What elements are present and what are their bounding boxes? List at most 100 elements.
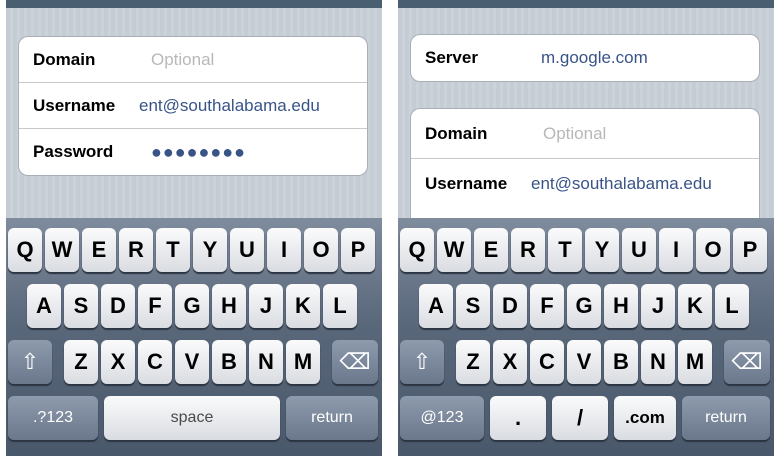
key-k[interactable]: K (678, 284, 712, 328)
key-c[interactable]: C (530, 340, 564, 384)
keyboard-row-4: .?123 space return (6, 396, 382, 442)
username-label: Username (425, 174, 508, 193)
key-a[interactable]: A (419, 284, 453, 328)
domain-label: Domain (33, 50, 96, 69)
key-v[interactable]: V (175, 340, 209, 384)
top-shadow (398, 0, 774, 8)
key-s[interactable]: S (456, 284, 490, 328)
keyboard-row-2: A S D F G H J K L (398, 284, 774, 330)
key-e[interactable]: E (82, 228, 116, 272)
return-key[interactable]: return (286, 396, 378, 440)
keyboard-row-4: @123 . / .com return (398, 396, 774, 442)
password-row[interactable]: Password ●●●●●●●● (19, 129, 367, 175)
space-key[interactable]: space (104, 396, 280, 440)
numbers-key[interactable]: .?123 (8, 396, 98, 440)
key-f[interactable]: F (138, 284, 172, 328)
key-u[interactable]: U (622, 228, 656, 272)
key-p[interactable]: P (733, 228, 767, 272)
key-f[interactable]: F (530, 284, 564, 328)
key-l[interactable]: L (715, 284, 749, 328)
key-x[interactable]: X (493, 340, 527, 384)
key-t[interactable]: T (156, 228, 190, 272)
key-m[interactable]: M (678, 340, 712, 384)
key-d[interactable]: D (101, 284, 135, 328)
key-i[interactable]: I (659, 228, 693, 272)
server-row[interactable]: Server m.google.com (411, 35, 759, 81)
key-j[interactable]: J (249, 284, 283, 328)
key-w[interactable]: W (45, 228, 79, 272)
username-input[interactable]: ent@southalabama.edu (139, 83, 364, 129)
key-i[interactable]: I (267, 228, 301, 272)
key-h[interactable]: H (212, 284, 246, 328)
username-row[interactable]: Username ent@southalabama.edu (411, 159, 759, 209)
key-g[interactable]: G (567, 284, 601, 328)
key-a[interactable]: A (27, 284, 61, 328)
keyboard-row-1: Q W E R T Y U I O P (398, 228, 774, 274)
top-shadow (6, 0, 382, 8)
return-key[interactable]: return (682, 396, 770, 440)
slash-key[interactable]: / (552, 396, 608, 440)
keyboard-row-3: ⇧ Z X C V B N M ⌫ (398, 340, 774, 386)
password-label: Password (33, 142, 114, 161)
key-q[interactable]: Q (400, 228, 434, 272)
shift-key-icon[interactable]: ⇧ (400, 340, 444, 384)
username-input[interactable]: ent@southalabama.edu (531, 159, 756, 209)
key-j[interactable]: J (641, 284, 675, 328)
key-k[interactable]: K (286, 284, 320, 328)
keyboard: Q W E R T Y U I O P A S D F G H J K L ⇧ … (398, 218, 774, 456)
key-u[interactable]: U (230, 228, 264, 272)
server-label: Server (425, 48, 478, 67)
key-q[interactable]: Q (8, 228, 42, 272)
key-p[interactable]: P (341, 228, 375, 272)
numbers-key[interactable]: @123 (400, 396, 484, 440)
right-phone-screen: Server m.google.com Domain Optional User… (398, 0, 774, 456)
key-l[interactable]: L (323, 284, 357, 328)
key-o[interactable]: O (304, 228, 338, 272)
key-z[interactable]: Z (456, 340, 490, 384)
username-row[interactable]: Username ent@southalabama.edu (19, 83, 367, 129)
key-y[interactable]: Y (193, 228, 227, 272)
key-r[interactable]: R (511, 228, 545, 272)
key-x[interactable]: X (101, 340, 135, 384)
dotcom-key[interactable]: .com (614, 396, 676, 440)
shift-key-icon[interactable]: ⇧ (8, 340, 52, 384)
key-t[interactable]: T (548, 228, 582, 272)
account-form-area: Server m.google.com Domain Optional User… (398, 0, 774, 220)
delete-key-icon[interactable]: ⌫ (724, 340, 770, 384)
key-z[interactable]: Z (64, 340, 98, 384)
key-b[interactable]: B (212, 340, 246, 384)
key-s[interactable]: S (64, 284, 98, 328)
domain-row[interactable]: Domain Optional (411, 109, 759, 159)
account-fields-group: Domain Optional Username ent@southalabam… (410, 108, 760, 220)
domain-input[interactable]: Optional (543, 109, 759, 159)
keyboard: Q W E R T Y U I O P A S D F G H J K L ⇧ … (6, 218, 382, 456)
keyboard-row-1: Q W E R T Y U I O P (6, 228, 382, 274)
key-e[interactable]: E (474, 228, 508, 272)
key-y[interactable]: Y (585, 228, 619, 272)
key-c[interactable]: C (138, 340, 172, 384)
key-d[interactable]: D (493, 284, 527, 328)
dot-key[interactable]: . (490, 396, 546, 440)
key-n[interactable]: N (641, 340, 675, 384)
key-n[interactable]: N (249, 340, 283, 384)
keyboard-row-2: A S D F G H J K L (6, 284, 382, 330)
domain-label: Domain (425, 124, 488, 143)
keyboard-row-3: ⇧ Z X C V B N M ⌫ (6, 340, 382, 386)
key-h[interactable]: H (604, 284, 638, 328)
domain-row[interactable]: Domain Optional (19, 37, 367, 83)
key-o[interactable]: O (696, 228, 730, 272)
key-w[interactable]: W (437, 228, 471, 272)
left-phone-screen: Domain Optional Username ent@southalabam… (6, 0, 382, 456)
key-m[interactable]: M (286, 340, 320, 384)
server-input[interactable]: m.google.com (541, 35, 759, 81)
account-fields-group: Domain Optional Username ent@southalabam… (18, 36, 368, 176)
server-field-group: Server m.google.com (410, 34, 760, 82)
key-r[interactable]: R (119, 228, 153, 272)
key-v[interactable]: V (567, 340, 601, 384)
username-label: Username (33, 96, 116, 115)
domain-input[interactable]: Optional (151, 37, 367, 83)
password-input[interactable]: ●●●●●●●● (151, 129, 367, 175)
delete-key-icon[interactable]: ⌫ (332, 340, 378, 384)
key-b[interactable]: B (604, 340, 638, 384)
key-g[interactable]: G (175, 284, 209, 328)
